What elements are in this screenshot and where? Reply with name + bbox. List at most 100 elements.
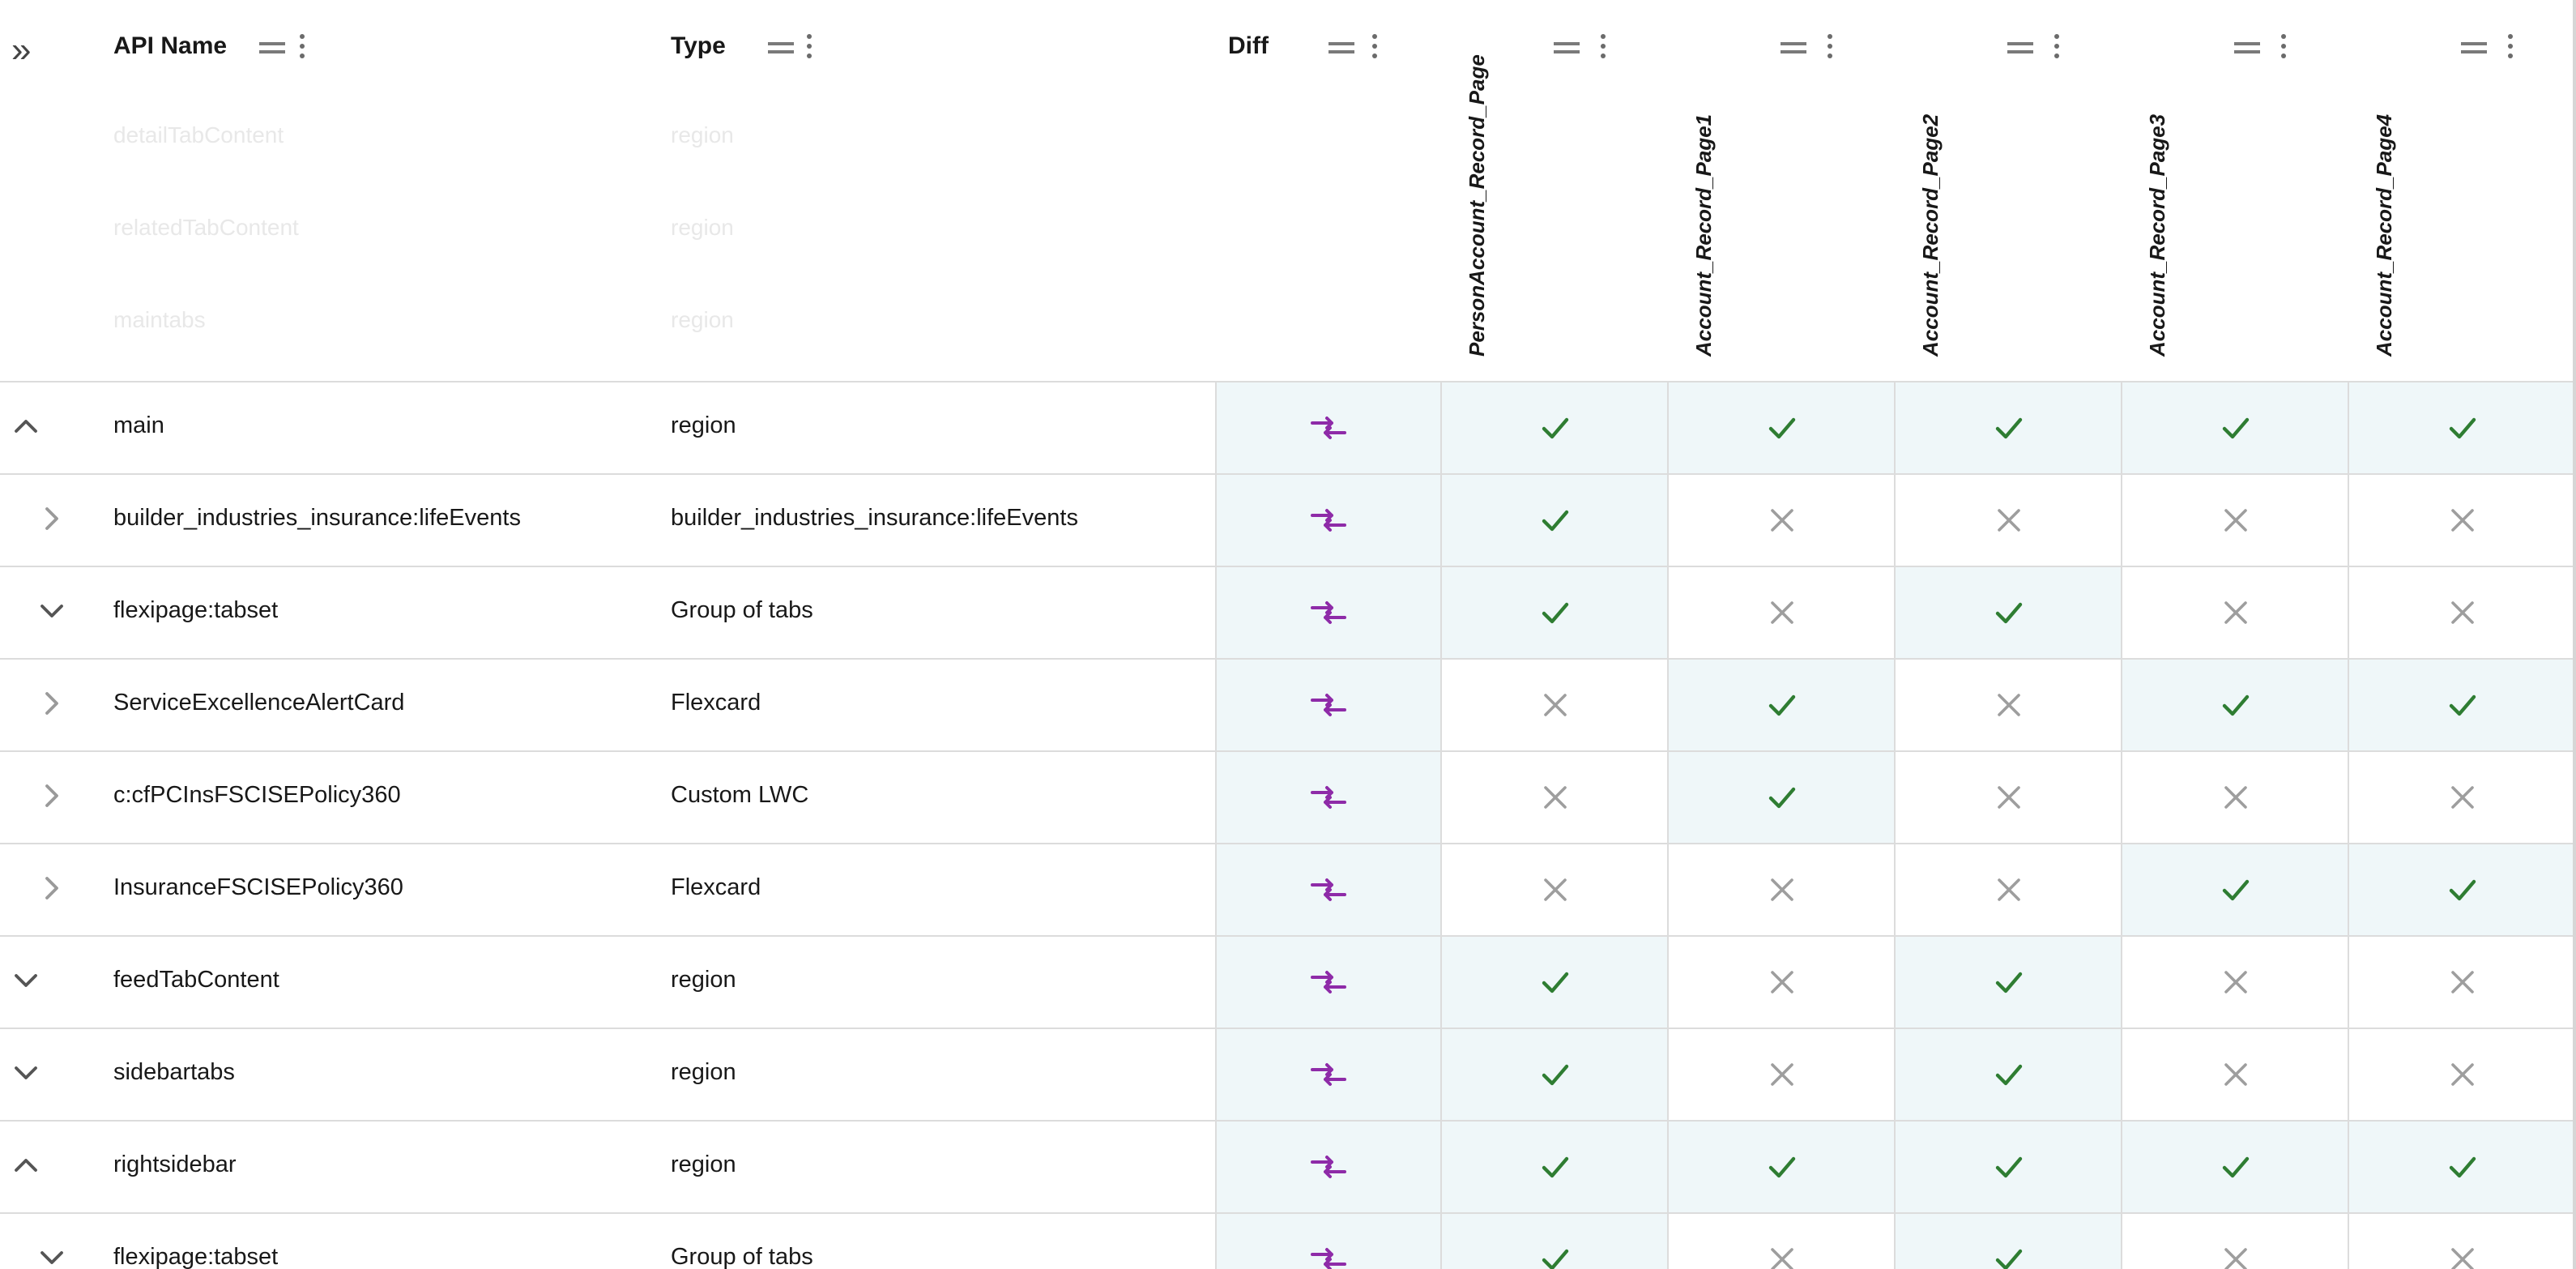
diff-cell[interactable] bbox=[1215, 1029, 1442, 1122]
column-menu-icon[interactable] bbox=[1601, 34, 1607, 60]
table-row[interactable]: InsuranceFSCISEPolicy360 Flexcard bbox=[0, 843, 2576, 937]
close-icon bbox=[1993, 781, 2025, 814]
chevron-down-icon[interactable] bbox=[37, 596, 66, 626]
column-menu-icon[interactable] bbox=[2281, 34, 2288, 60]
diff-cell[interactable] bbox=[1215, 567, 1442, 660]
page-cell bbox=[1442, 937, 1669, 1029]
resize-handle-icon[interactable] bbox=[1329, 41, 1354, 55]
column-title-api-name: API Name bbox=[113, 32, 228, 60]
row-type: region bbox=[671, 413, 736, 439]
row-api-name: InsuranceFSCISEPolicy360 bbox=[113, 875, 403, 901]
diff-icon[interactable] bbox=[1309, 872, 1348, 908]
table-row[interactable]: flexipage:tabset Group of tabs bbox=[0, 1212, 2576, 1269]
column-menu-icon[interactable] bbox=[300, 34, 306, 60]
resize-handle-icon[interactable] bbox=[1554, 41, 1580, 55]
diff-cell[interactable] bbox=[1215, 475, 1442, 567]
resize-handle-icon[interactable] bbox=[1781, 41, 1806, 55]
chevron-up-icon[interactable] bbox=[11, 412, 41, 441]
resize-handle-icon[interactable] bbox=[2234, 41, 2260, 55]
row-api-name: sidebartabs bbox=[113, 1060, 235, 1086]
row-type: Custom LWC bbox=[671, 783, 809, 809]
double-chevron-right-icon[interactable]: » bbox=[11, 29, 32, 71]
diff-icon[interactable] bbox=[1309, 964, 1348, 1000]
table-row[interactable]: feedTabContent region bbox=[0, 935, 2576, 1029]
table-row[interactable]: rightsidebar region bbox=[0, 1120, 2576, 1214]
page-cell bbox=[1442, 1214, 1669, 1269]
page-cell bbox=[1669, 844, 1896, 937]
page-cell bbox=[2349, 1214, 2576, 1269]
close-icon bbox=[1766, 966, 1798, 998]
column-menu-icon[interactable] bbox=[807, 34, 813, 60]
page-cell bbox=[1669, 937, 1896, 1029]
diff-cell[interactable] bbox=[1215, 1122, 1442, 1214]
check-icon bbox=[1539, 1058, 1572, 1091]
column-menu-icon[interactable] bbox=[1828, 34, 1834, 60]
chevron-right-icon[interactable] bbox=[37, 504, 66, 533]
page-cell bbox=[2122, 567, 2349, 660]
resize-handle-icon[interactable] bbox=[2007, 41, 2033, 55]
ghost-row-name: maintabs bbox=[113, 306, 206, 332]
row-type: Flexcard bbox=[671, 690, 761, 716]
diff-icon[interactable] bbox=[1309, 1241, 1348, 1269]
close-icon bbox=[1993, 689, 2025, 721]
page-cell bbox=[2349, 382, 2576, 475]
diff-icon[interactable] bbox=[1309, 595, 1348, 630]
diff-icon[interactable] bbox=[1309, 410, 1348, 446]
chevron-down-icon[interactable] bbox=[11, 1058, 41, 1087]
diff-cell[interactable] bbox=[1215, 660, 1442, 752]
table-row[interactable]: flexipage:tabset Group of tabs bbox=[0, 566, 2576, 660]
page-cell bbox=[1669, 382, 1896, 475]
ghost-row: relatedTabContent region bbox=[0, 185, 2576, 276]
chevron-up-icon[interactable] bbox=[11, 1151, 41, 1180]
page-cell bbox=[1896, 660, 2122, 752]
resize-handle-icon[interactable] bbox=[768, 41, 794, 55]
resize-handle-icon[interactable] bbox=[2461, 41, 2487, 55]
table-row[interactable]: main region bbox=[0, 381, 2576, 475]
page-cell bbox=[2349, 475, 2576, 567]
page-cell bbox=[2122, 1122, 2349, 1214]
column-menu-icon[interactable] bbox=[2054, 34, 2061, 60]
table-row[interactable]: ServiceExcellenceAlertCard Flexcard bbox=[0, 658, 2576, 752]
diff-cell[interactable] bbox=[1215, 1214, 1442, 1269]
diff-cell[interactable] bbox=[1215, 752, 1442, 844]
chevron-right-icon[interactable] bbox=[37, 689, 66, 718]
table-row[interactable]: sidebartabs region bbox=[0, 1028, 2576, 1122]
close-icon bbox=[1539, 781, 1572, 814]
table-row[interactable]: c:cfPCInsFSCISEPolicy360 Custom LWC bbox=[0, 750, 2576, 844]
column-menu-icon[interactable] bbox=[2508, 34, 2514, 60]
diff-icon[interactable] bbox=[1309, 1057, 1348, 1092]
close-icon bbox=[2446, 781, 2479, 814]
page-cell bbox=[1896, 475, 2122, 567]
close-icon bbox=[1766, 874, 1798, 906]
check-icon bbox=[2446, 689, 2479, 721]
check-icon bbox=[1539, 596, 1572, 629]
page-cell bbox=[2349, 752, 2576, 844]
check-icon bbox=[1766, 689, 1798, 721]
page-cell bbox=[1896, 1214, 2122, 1269]
chevron-down-icon[interactable] bbox=[11, 966, 41, 995]
chevron-down-icon[interactable] bbox=[37, 1243, 66, 1269]
close-icon bbox=[1993, 874, 2025, 906]
row-type: Group of tabs bbox=[671, 598, 813, 624]
diff-icon[interactable] bbox=[1309, 687, 1348, 723]
ghost-row-name: detailTabContent bbox=[113, 122, 284, 147]
table-row[interactable]: builder_industries_insurance:lifeEvents b… bbox=[0, 473, 2576, 567]
resize-handle-icon[interactable] bbox=[259, 41, 285, 55]
check-icon bbox=[1539, 504, 1572, 536]
diff-icon[interactable] bbox=[1309, 1149, 1348, 1185]
diff-cell[interactable] bbox=[1215, 382, 1442, 475]
chevron-right-icon[interactable] bbox=[37, 781, 66, 810]
diff-icon[interactable] bbox=[1309, 780, 1348, 815]
diff-icon[interactable] bbox=[1309, 502, 1348, 538]
column-menu-icon[interactable] bbox=[1372, 34, 1379, 60]
chevron-right-icon[interactable] bbox=[37, 874, 66, 903]
page-cell bbox=[2122, 937, 2349, 1029]
page-cell bbox=[2349, 937, 2576, 1029]
check-icon bbox=[1993, 1151, 2025, 1183]
check-icon bbox=[1766, 412, 1798, 444]
page-cell bbox=[1442, 1029, 1669, 1122]
close-icon bbox=[2446, 1243, 2479, 1269]
page-cell bbox=[1442, 475, 1669, 567]
diff-cell[interactable] bbox=[1215, 937, 1442, 1029]
diff-cell[interactable] bbox=[1215, 844, 1442, 937]
